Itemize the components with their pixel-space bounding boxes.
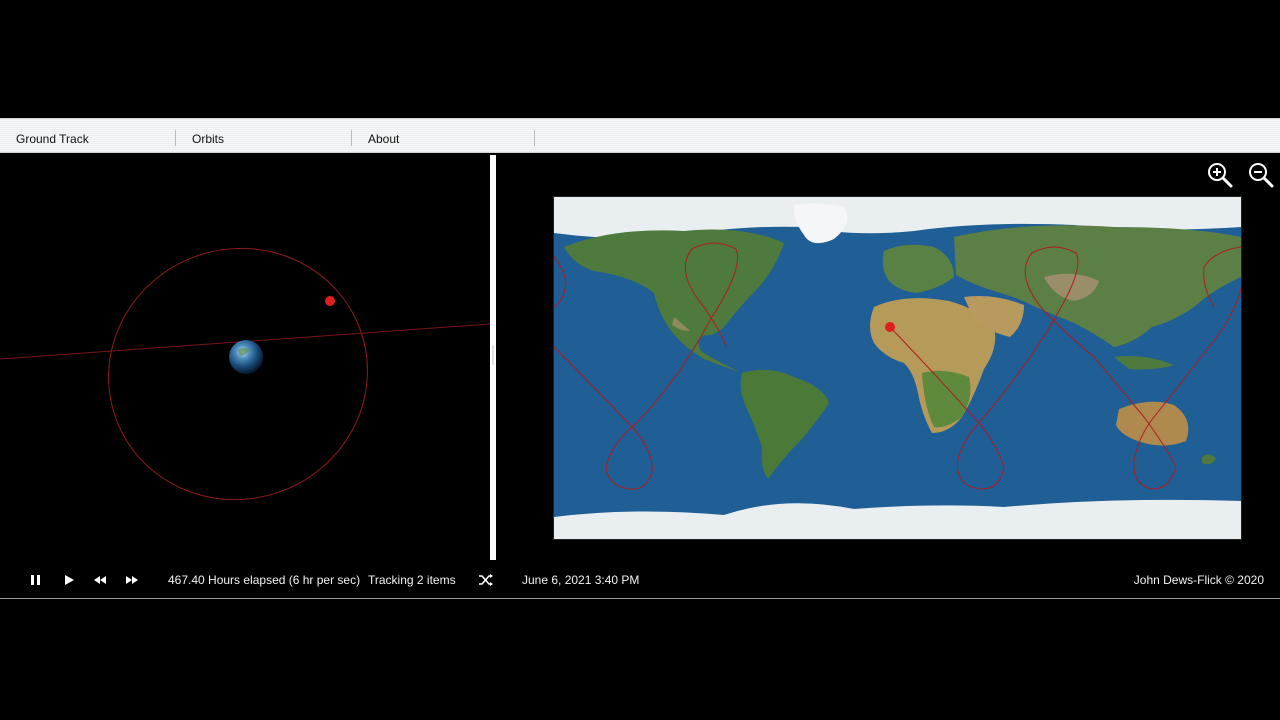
- credit-text: John Dews-Flick © 2020: [1133, 573, 1264, 587]
- tab-label: Orbits: [192, 132, 225, 146]
- world-map-canvas: [554, 197, 1241, 539]
- orbit-canvas: [0, 247, 491, 501]
- rewind-button[interactable]: [90, 571, 110, 589]
- orbit-view[interactable]: [0, 155, 491, 560]
- play-icon: [65, 575, 74, 585]
- world-map[interactable]: [553, 196, 1242, 540]
- rewind-icon: [94, 576, 106, 584]
- shuffle-icon: [479, 574, 493, 586]
- tab-label: About: [368, 132, 400, 146]
- tab-bar: Ground Track Orbits About: [0, 118, 1280, 153]
- zoom-in-icon: [1208, 163, 1233, 188]
- earth-globe: [229, 340, 263, 374]
- tab-orbits[interactable]: Orbits: [176, 119, 352, 152]
- simulation-datetime: June 6, 2021 3:40 PM: [522, 573, 640, 587]
- fast-forward-button[interactable]: [122, 571, 142, 589]
- shuffle-button[interactable]: [476, 571, 496, 589]
- zoom-out-button[interactable]: [1247, 161, 1275, 189]
- satellite-marker[interactable]: [325, 296, 335, 306]
- tab-label: Ground Track: [16, 132, 89, 146]
- tab-ground-track[interactable]: Ground Track: [0, 119, 176, 152]
- bottom-divider: [0, 598, 1280, 599]
- satellite-ground-marker[interactable]: [885, 322, 895, 332]
- elapsed-time: 467.40 Hours elapsed (6 hr per sec): [168, 573, 361, 587]
- playback-bar: 467.40 Hours elapsed (6 hr per sec) Trac…: [0, 562, 1280, 598]
- zoom-out-icon: [1249, 163, 1274, 188]
- tracking-count: Tracking 2 items: [368, 573, 456, 587]
- play-button[interactable]: [59, 571, 79, 589]
- pause-button[interactable]: [26, 571, 46, 589]
- tab-about[interactable]: About: [352, 119, 535, 152]
- pause-icon: [31, 575, 40, 585]
- zoom-in-button[interactable]: [1206, 161, 1234, 189]
- ground-track-view: [496, 155, 1280, 560]
- fast-forward-icon: [126, 576, 138, 584]
- orbit-path: [108, 247, 368, 501]
